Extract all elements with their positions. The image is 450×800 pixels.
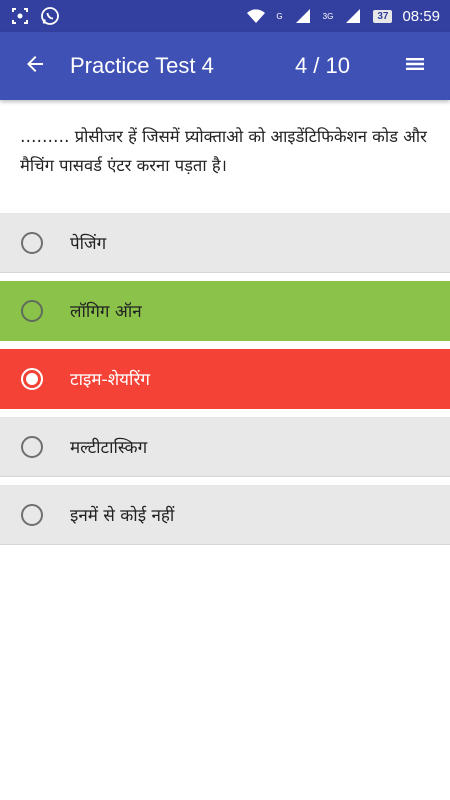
question-counter: 4 / 10 <box>295 53 350 79</box>
whatsapp-icon <box>40 6 60 26</box>
signal-icon <box>293 6 313 26</box>
radio-button-selected[interactable] <box>21 367 43 390</box>
status-bar: G 3G 37 08:59 <box>0 0 450 32</box>
current-question-number: 4 <box>295 53 308 78</box>
option-label: टाइम-शेयरिंग <box>70 370 150 390</box>
option-5[interactable]: इनमें से कोई नहीं <box>0 485 450 545</box>
option-label: पेजिंग <box>70 234 107 254</box>
option-2-correct[interactable]: लॉगिग ऑन <box>0 281 450 341</box>
status-bar-left <box>10 6 60 26</box>
total-questions: / 10 <box>313 53 350 78</box>
radio-button[interactable] <box>21 231 43 254</box>
option-4[interactable]: मल्टीटास्किग <box>0 417 450 477</box>
radio-button[interactable] <box>21 503 43 526</box>
option-label: मल्टीटास्किग <box>70 438 148 458</box>
radio-selected-dot <box>26 372 38 385</box>
status-time: 08:59 <box>402 7 440 25</box>
app-bar: Practice Test 4 4 / 10 <box>0 32 450 100</box>
menu-icon <box>403 52 427 80</box>
radio-button[interactable] <box>21 299 43 322</box>
status-bar-right: G 3G 37 08:59 <box>246 6 440 26</box>
option-label: इनमें से कोई नहीं <box>70 506 175 526</box>
back-button[interactable] <box>0 32 70 100</box>
battery-level: 37 <box>373 9 393 23</box>
option-label: लॉगिग ऑन <box>70 302 142 322</box>
screenshot-icon <box>10 6 30 26</box>
wifi-icon <box>246 6 266 26</box>
question-text: ……… प्रोसीजर हें जिसमें प्र्योक्ताओ को आ… <box>20 127 427 175</box>
menu-button[interactable] <box>380 32 450 100</box>
option-3-wrong-selected[interactable]: टाइम-शेयरिंग <box>0 349 450 409</box>
arrow-back-icon <box>23 52 47 80</box>
page-title: Practice Test 4 <box>70 53 214 78</box>
network-type-label-2: 3G <box>322 11 334 21</box>
signal-icon <box>343 6 363 26</box>
radio-button[interactable] <box>21 435 43 458</box>
network-type-label: G <box>276 11 283 21</box>
option-1[interactable]: पेजिंग <box>0 213 450 273</box>
